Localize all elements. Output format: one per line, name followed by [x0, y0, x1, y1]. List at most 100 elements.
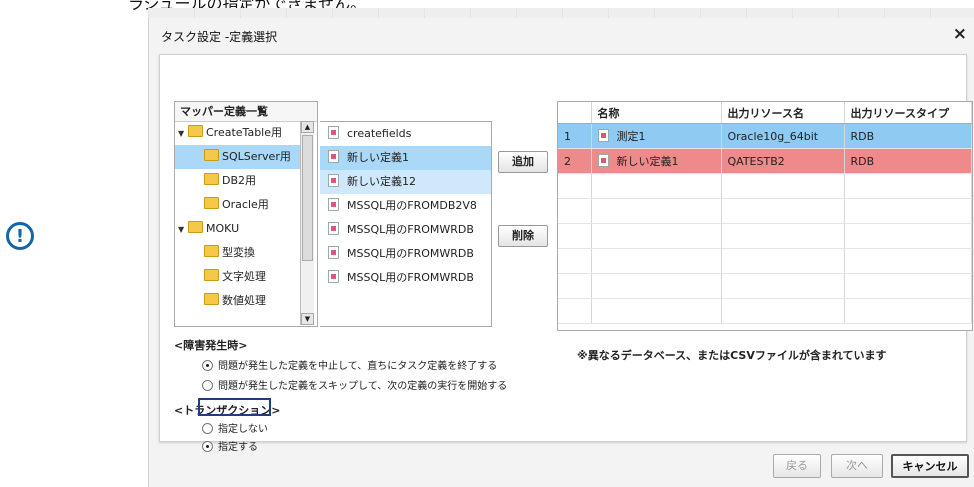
- tree-item-sqlserver[interactable]: SQLServer用: [175, 145, 300, 169]
- tree-item-moku[interactable]: ▼ MOKU: [175, 217, 239, 241]
- tree-item-label: CreateTable用: [206, 126, 282, 139]
- scroll-up-icon[interactable]: ▲: [301, 121, 314, 133]
- list-item[interactable]: MSSQL用のFROMWRDB: [320, 242, 491, 266]
- radio-label: 指定しない: [218, 424, 268, 435]
- focus-outline: [198, 398, 271, 416]
- back-button[interactable]: 戻る: [773, 454, 821, 478]
- definition-list: createfields 新しい定義1 新しい定義12 MSSQL用のFROMD…: [320, 121, 492, 327]
- resource-name-cell: Oracle10g_64bit: [721, 123, 845, 149]
- radio-icon[interactable]: [202, 380, 213, 391]
- list-item[interactable]: MSSQL用のFROMDB2V8: [320, 194, 491, 218]
- list-item[interactable]: 新しい定義12: [320, 170, 491, 194]
- dialog-title: タスク設定 -定義選択: [161, 30, 278, 44]
- folder-icon: [188, 125, 203, 137]
- dialog-panel: マッパー定義一覧 ▼ CreateTable用 SQLServer用 DB2用 O…: [159, 54, 973, 453]
- definition-name-cell: 測定1: [591, 123, 722, 149]
- definition-file-icon: [597, 154, 609, 167]
- tree-header: マッパー定義一覧: [175, 102, 317, 122]
- tree-item-type-conversion[interactable]: 型変換: [175, 241, 255, 265]
- definition-file-icon: [328, 246, 339, 259]
- definition-file-icon: [328, 150, 339, 163]
- table-row: [558, 248, 972, 274]
- table-row: [558, 273, 972, 299]
- definition-name-cell: 新しい定義1: [591, 148, 722, 174]
- expand-icon[interactable]: ▼: [178, 122, 188, 146]
- list-item-label: MSSQL用のFROMDB2V8: [347, 199, 477, 212]
- column-header-type[interactable]: 出力リソースタイプ: [844, 102, 972, 124]
- column-header-name[interactable]: 名称: [591, 102, 722, 124]
- add-button[interactable]: 追加: [498, 151, 548, 173]
- table-header: 名称 出力リソース名 出力リソースタイプ: [558, 102, 972, 124]
- transaction-option-specify[interactable]: 指定する: [202, 438, 258, 453]
- error-option-skip[interactable]: 問題が発生した定義をスキップして、次の定義の実行を開始する: [202, 377, 507, 392]
- remove-button[interactable]: 削除: [498, 225, 548, 247]
- tree-item-label: 数値処理: [222, 294, 266, 307]
- error-handling-title: <障害発生時>: [174, 339, 248, 352]
- tree-item-numeric-processing[interactable]: 数値処理: [175, 289, 266, 313]
- folder-icon: [204, 149, 219, 161]
- info-icon: !: [6, 222, 34, 250]
- resource-name-cell: QATESTB2: [721, 148, 845, 174]
- list-item[interactable]: 新しい定義1: [320, 146, 491, 170]
- expand-icon[interactable]: ▼: [178, 218, 188, 242]
- resource-type-cell: RDB: [844, 148, 972, 174]
- table-row: [558, 173, 972, 199]
- folder-icon: [204, 245, 219, 257]
- list-item-label: MSSQL用のFROMWRDB: [347, 271, 474, 284]
- task-settings-dialog: タスク設定 -定義選択 × マッパー定義一覧 ▼ CreateTable用 SQL…: [148, 18, 974, 487]
- list-item[interactable]: createfields: [320, 122, 491, 146]
- transaction-option-none[interactable]: 指定しない: [202, 420, 268, 435]
- tree-item-label: 型変換: [222, 246, 255, 259]
- table-row: [558, 198, 972, 224]
- radio-selected-icon[interactable]: [202, 360, 213, 371]
- definition-file-icon: [328, 174, 339, 187]
- cancel-button[interactable]: キャンセル: [891, 454, 969, 478]
- folder-icon: [188, 221, 203, 233]
- folder-icon: [204, 173, 219, 185]
- scroll-thumb[interactable]: [302, 135, 313, 261]
- tree-scrollbar[interactable]: ▲ ▼: [300, 121, 314, 325]
- warning-note: ※異なるデータベース、またはCSVファイルが含まれています: [577, 349, 887, 362]
- column-header-resource[interactable]: 出力リソース名: [721, 102, 845, 124]
- definition-file-icon: [328, 222, 339, 235]
- definition-name: 測定1: [616, 130, 646, 143]
- definition-file-icon: [328, 270, 339, 283]
- tree-item-oracle[interactable]: Oracle用: [175, 193, 269, 217]
- list-item-label: MSSQL用のFROMWRDB: [347, 247, 474, 260]
- definition-file-icon: [328, 126, 339, 139]
- radio-label: 問題が発生した定義をスキップして、次の定義の実行を開始する: [218, 381, 508, 392]
- selected-definitions-table: 名称 出力リソース名 出力リソースタイプ 1 測定1 Oracle10g_64b…: [557, 101, 973, 331]
- radio-label: 指定する: [218, 442, 258, 453]
- list-item-label: createfields: [347, 127, 412, 140]
- row-number: 2: [558, 148, 592, 174]
- table-row: [558, 298, 972, 324]
- list-item-label: MSSQL用のFROMWRDB: [347, 223, 474, 236]
- folder-icon: [204, 293, 219, 305]
- radio-icon[interactable]: [202, 423, 213, 434]
- table-row[interactable]: 2 新しい定義1 QATESTB2 RDB: [558, 148, 972, 174]
- folder-icon: [204, 197, 219, 209]
- next-button[interactable]: 次へ: [831, 454, 883, 478]
- tree-item-label: SQLServer用: [222, 150, 291, 163]
- list-item-label: 新しい定義1: [347, 151, 409, 164]
- tree-body: ▼ CreateTable用 SQLServer用 DB2用 Oracle用 ▼ M…: [175, 121, 300, 325]
- column-header-no: [558, 102, 592, 124]
- tree-item-string-processing[interactable]: 文字処理: [175, 265, 266, 289]
- radio-selected-icon[interactable]: [202, 441, 213, 452]
- tree-item-label: 文字処理: [222, 270, 266, 283]
- tree-item-db2[interactable]: DB2用: [175, 169, 256, 193]
- table-row: [558, 223, 972, 249]
- list-item[interactable]: MSSQL用のFROMWRDB: [320, 218, 491, 242]
- resource-type-cell: RDB: [844, 123, 972, 149]
- scroll-down-icon[interactable]: ▼: [301, 313, 314, 325]
- definition-file-icon: [328, 198, 339, 211]
- folder-icon: [204, 269, 219, 281]
- list-item-label: 新しい定義12: [347, 175, 416, 188]
- close-icon[interactable]: ×: [953, 24, 967, 44]
- definition-file-icon: [597, 129, 609, 142]
- tree-item-createtable[interactable]: ▼ CreateTable用: [175, 121, 300, 145]
- table-row[interactable]: 1 測定1 Oracle10g_64bit RDB: [558, 123, 972, 149]
- list-item[interactable]: MSSQL用のFROMWRDB: [320, 266, 491, 290]
- definition-name: 新しい定義1: [616, 155, 679, 168]
- error-option-abort[interactable]: 問題が発生した定義を中止して、直ちにタスク定義を終了する: [202, 357, 497, 372]
